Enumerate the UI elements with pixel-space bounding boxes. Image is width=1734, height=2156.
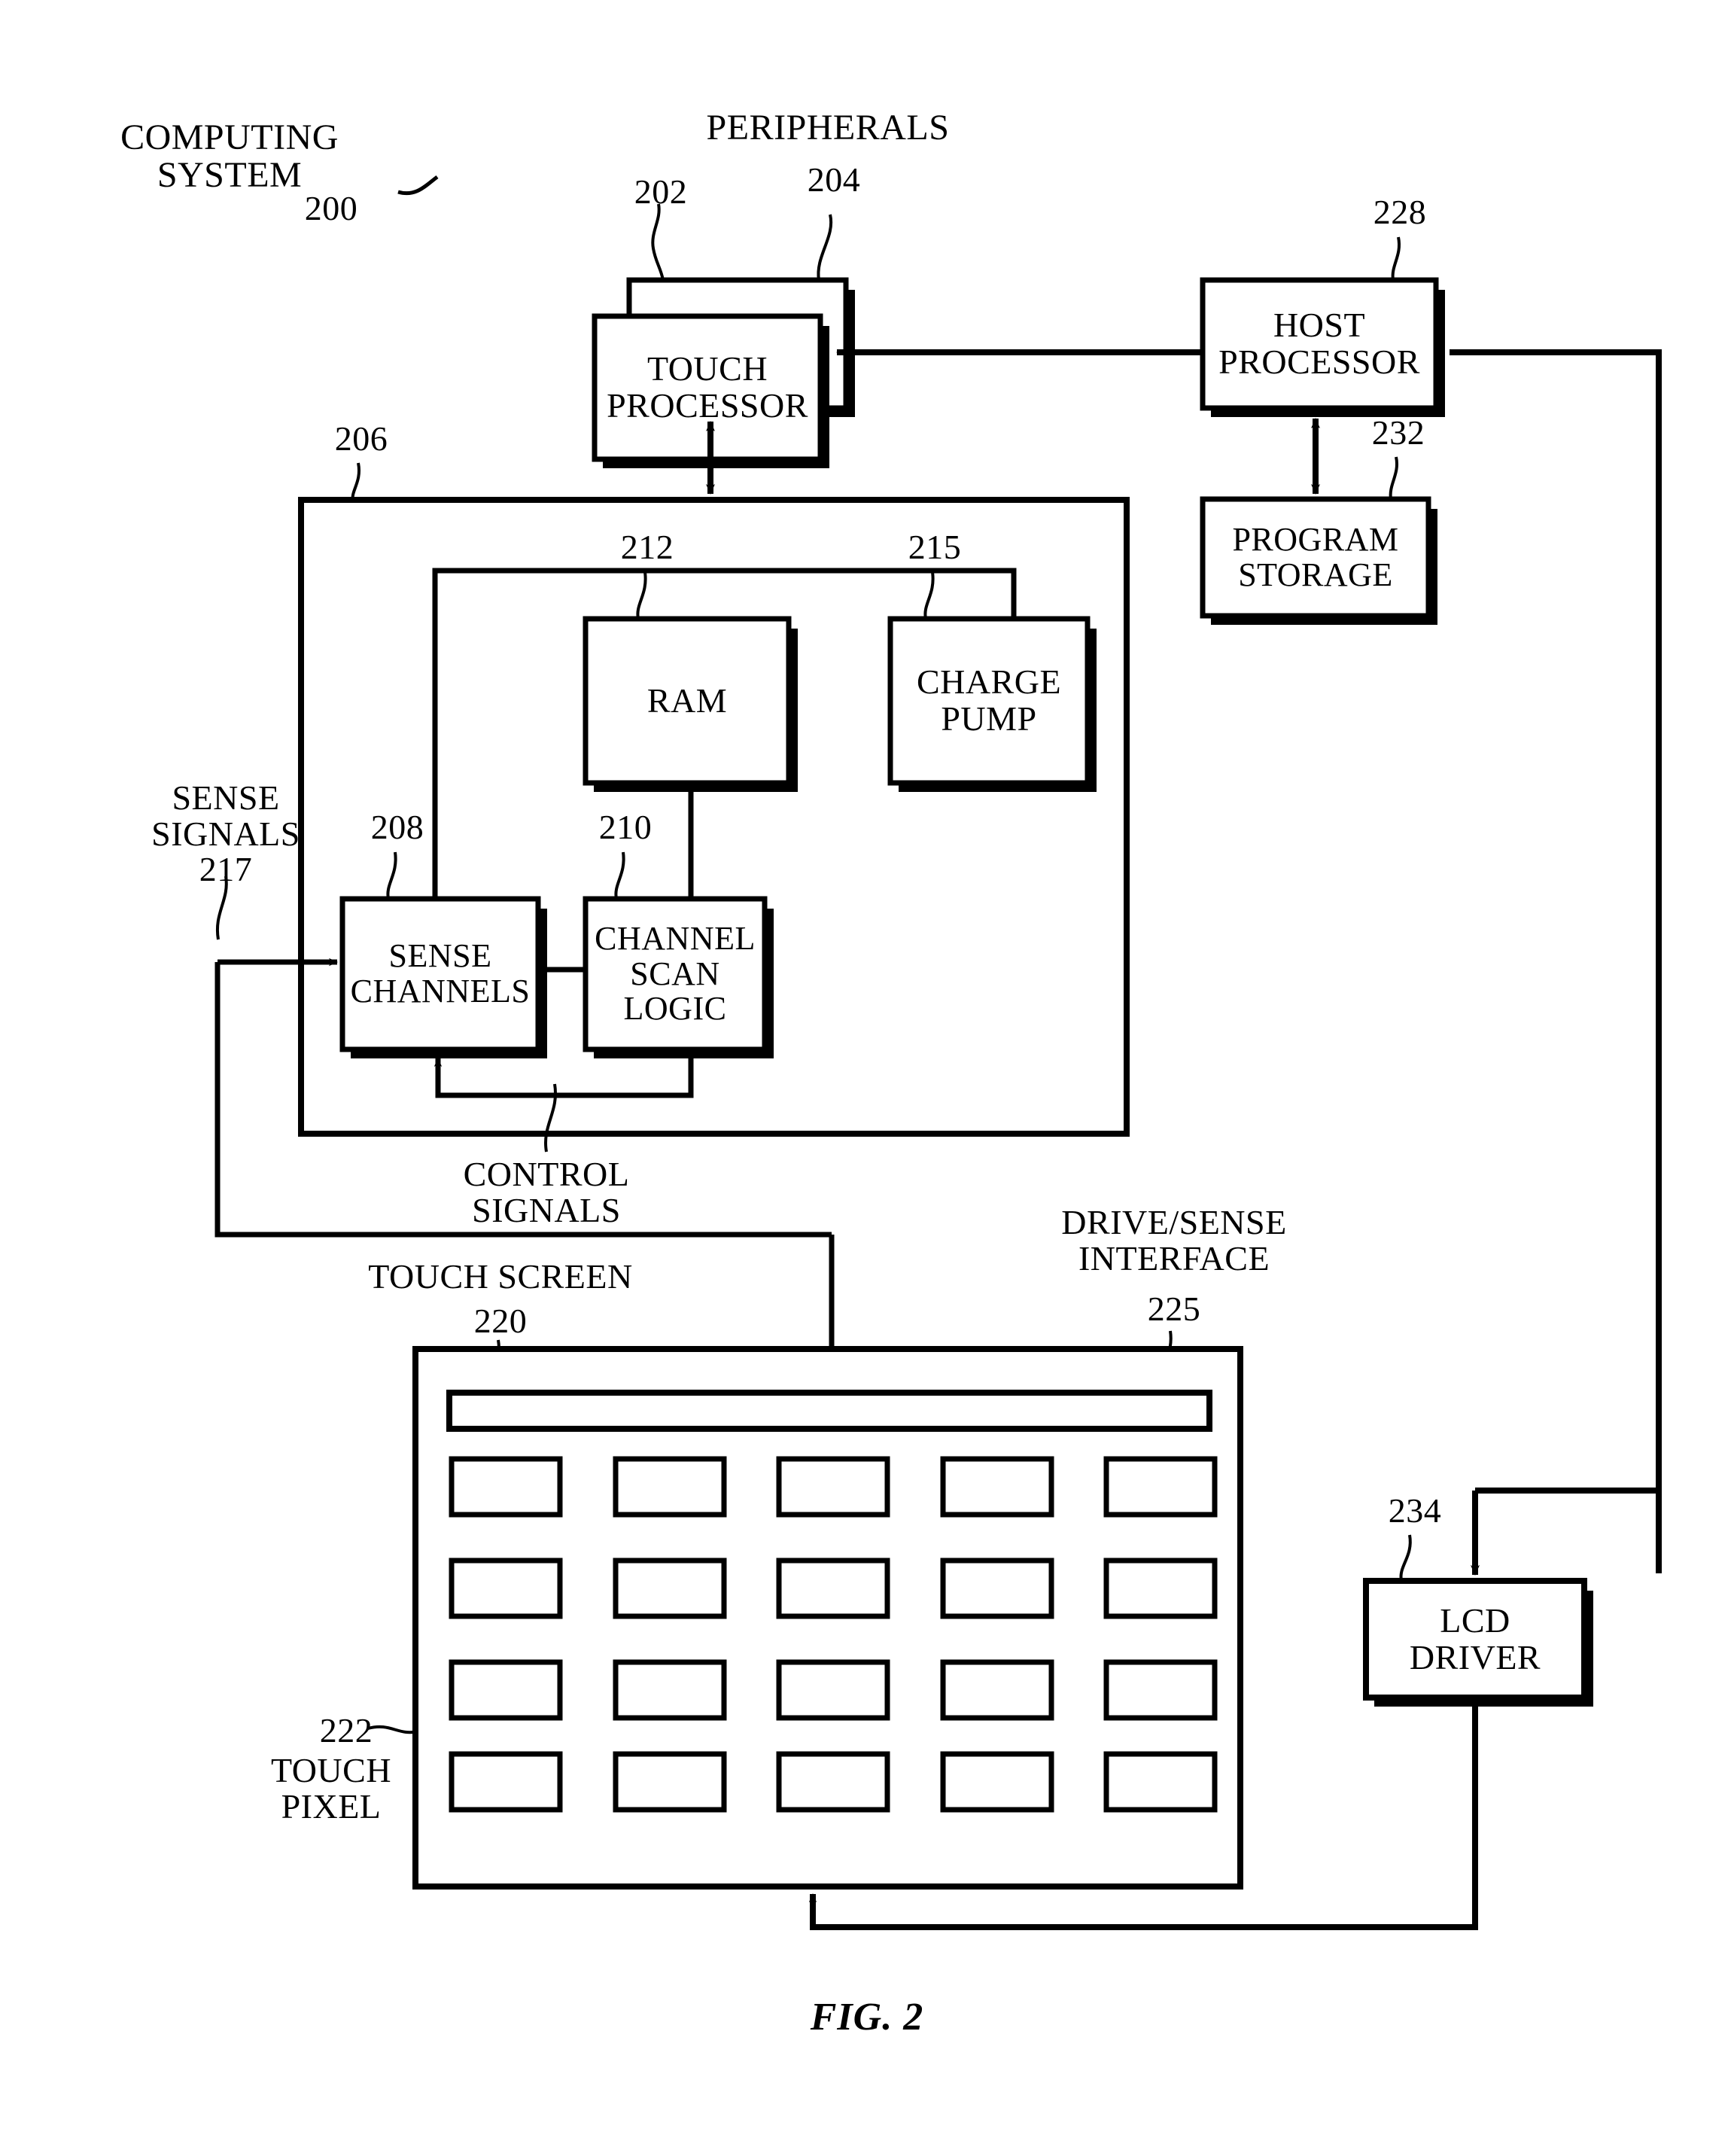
ref-number-210: 210 [598, 808, 653, 846]
peripherals-label: PERIPHERALS [706, 108, 950, 148]
sense-signals-label: SENSE SIGNALS [151, 778, 300, 853]
ref-number-204: 204 [807, 160, 861, 199]
figure-caption: FIG. 2 [810, 1996, 924, 2039]
ref-number-200: 200 [304, 189, 358, 227]
ref-number-234: 234 [1388, 1491, 1442, 1530]
diagram-vector-layer [214, 175, 1662, 1930]
ref-number-212: 212 [620, 528, 674, 566]
touch-screen-label: TOUCH SCREEN [368, 1257, 633, 1296]
ref-number-225: 225 [1147, 1290, 1201, 1328]
touch-pixel-label: TOUCH PIXEL [270, 1751, 392, 1826]
drive-sense-interface-label: DRIVE/SENSE INTERFACE [1061, 1203, 1287, 1277]
ref-number-222: 222 [319, 1711, 373, 1749]
control-signals-label: CONTROL SIGNALS [463, 1155, 630, 1229]
ref-number-202: 202 [634, 172, 688, 211]
ref-number-220: 220 [473, 1302, 528, 1340]
patent-figure-page: COMPUTING SYSTEM 200 PERIPHERALS 204 202… [0, 0, 1734, 2156]
ref-number-228: 228 [1373, 193, 1427, 231]
ref-number-206: 206 [334, 419, 388, 458]
ref-number-232: 232 [1371, 413, 1425, 452]
ref-number-208: 208 [370, 808, 424, 846]
figure-title-label: COMPUTING SYSTEM [120, 117, 339, 195]
ref-number-215: 215 [908, 528, 962, 566]
ref-number-217: 217 [199, 850, 253, 888]
